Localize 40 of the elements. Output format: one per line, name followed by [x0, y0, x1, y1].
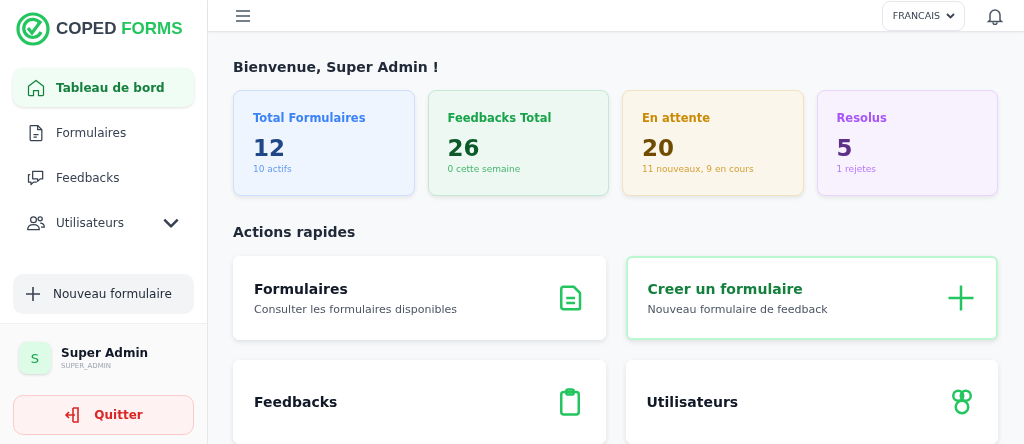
- welcome-heading: Bienvenue, Super Admin !: [233, 59, 440, 75]
- stat-value: 5: [836, 135, 854, 161]
- logo-text: COPED FORMS: [56, 19, 183, 39]
- bell-icon[interactable]: [986, 6, 1004, 25]
- avatar: S: [19, 342, 51, 374]
- action-title: Feedbacks: [254, 394, 339, 410]
- sidebar-item[interactable]: Utilisateurs: [13, 203, 194, 242]
- stat-label: En attente: [642, 111, 712, 125]
- stat-detail: 11 nouveaux, 9 en cours: [642, 164, 755, 174]
- new-form-button[interactable]: Nouveau formulaire: [13, 274, 194, 314]
- stat-detail: 0 cette semaine: [447, 164, 522, 174]
- stat-detail: 10 actifs: [253, 164, 293, 174]
- action-description: Nouveau formulaire de feedback: [647, 302, 829, 316]
- action-title: Creer un formulaire: [647, 280, 804, 297]
- stat-detail: 1 rejetes: [836, 164, 877, 174]
- stat-label: Total Formulaires: [253, 111, 367, 125]
- sidebar-item[interactable]: Feedbacks: [13, 158, 194, 197]
- action-description: Consulter les formulaires disponibles: [254, 302, 459, 316]
- stat-label: Resolus: [836, 111, 888, 125]
- action-card[interactable]: Utilisateurs: [625, 360, 998, 444]
- action-card[interactable]: Creer un formulaire Nouveau formulaire de feedback: [625, 256, 998, 340]
- stat-label: Feedbacks Total: [447, 111, 553, 125]
- home-icon: [26, 77, 46, 98]
- logo-icon: [16, 12, 50, 46]
- sidebar-item[interactable]: Tableau de bord: [13, 68, 194, 107]
- action-title: Formulaires: [254, 280, 349, 297]
- stat-value: 12: [253, 135, 286, 161]
- logout-button[interactable]: Quitter: [13, 395, 194, 435]
- action-title: Utilisateurs: [646, 394, 740, 410]
- action-card[interactable]: Feedbacks: [233, 360, 606, 444]
- language-select[interactable]: FRANCAIS: [881, 0, 965, 31]
- stat-value: 26: [447, 135, 481, 161]
- section-heading: Actions rapides: [233, 224, 357, 240]
- plus-icon: [946, 283, 976, 313]
- sidebar-item[interactable]: Formulaires: [13, 113, 194, 152]
- chevron-icon: [946, 11, 955, 20]
- action-card[interactable]: Formulaires Consulter les formulaires disponibles: [233, 256, 606, 340]
- stat-value: 20: [642, 135, 675, 161]
- plus-icon: [25, 286, 41, 302]
- user-name: Super Admin: [61, 346, 149, 360]
